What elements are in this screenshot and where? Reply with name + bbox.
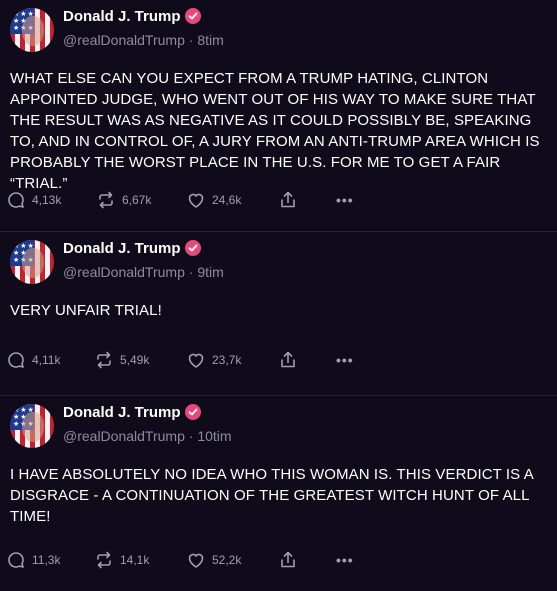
repost-count: 6,67k <box>122 193 152 207</box>
like-count: 24,6k <box>212 193 242 207</box>
author-name[interactable]: Donald J. Trump <box>63 404 201 421</box>
reply-button[interactable]: 4,13k <box>6 188 61 212</box>
post-text: WHAT ELSE CAN YOU EXPECT FROM A TRUMP HA… <box>10 70 540 192</box>
reply-count: 4,13k <box>32 193 62 207</box>
author-name[interactable]: Donald J. Trump <box>63 8 201 25</box>
post-header: ★★★★★★★★ Donald J. Trump @realDonaldTrum… <box>10 396 547 458</box>
repost-icon <box>96 190 116 210</box>
share-button[interactable] <box>278 348 298 372</box>
separator: · <box>184 32 198 48</box>
reply-icon <box>6 190 26 210</box>
post-timestamp[interactable]: 9tim <box>197 264 223 280</box>
author-name-text: Donald J. Trump <box>63 404 181 421</box>
like-count: 52,2k <box>212 553 242 567</box>
repost-button[interactable]: 5,49k <box>94 348 149 372</box>
separator: · <box>184 428 198 444</box>
heart-icon <box>186 550 206 570</box>
share-icon <box>278 350 298 370</box>
repost-icon <box>94 550 114 570</box>
more-options-icon[interactable]: ••• <box>336 188 354 212</box>
repost-icon <box>94 350 114 370</box>
post-text: I HAVE ABSOLUTELY NO IDEA WHO THIS WOMAN… <box>10 466 533 525</box>
post-header: ★★★★★★★★ Donald J. Trump @realDonaldTrum… <box>10 0 547 62</box>
handle-text: @realDonaldTrump <box>63 264 185 280</box>
reply-icon <box>6 350 26 370</box>
verified-badge-icon <box>184 8 201 24</box>
author-handle[interactable]: @realDonaldTrump · 10tim <box>63 428 232 444</box>
author-name[interactable]: Donald J. Trump <box>63 240 201 257</box>
repost-button[interactable]: 6,67k <box>96 188 151 212</box>
like-button[interactable]: 52,2k <box>186 548 241 572</box>
avatar[interactable]: ★★★★★★★★ <box>10 240 54 284</box>
share-icon <box>278 550 298 570</box>
post[interactable]: ★★★★★★★★ Donald J. Trump @realDonaldTrum… <box>0 396 557 591</box>
reply-button[interactable]: 4,11k <box>6 348 60 372</box>
reply-count: 4,11k <box>32 353 61 367</box>
heart-icon <box>186 190 206 210</box>
share-icon <box>278 190 298 210</box>
repost-count: 5,49k <box>120 353 150 367</box>
post[interactable]: ★★★★★★★★ Donald J. Trump @realDonaldTrum… <box>0 0 557 232</box>
more-options-icon[interactable]: ••• <box>336 548 354 572</box>
post[interactable]: ★★★★★★★★ Donald J. Trump @realDonaldTrum… <box>0 232 557 396</box>
handle-text: @realDonaldTrump <box>63 32 185 48</box>
handle-text: @realDonaldTrump <box>63 428 185 444</box>
post-timestamp[interactable]: 10tim <box>197 428 231 444</box>
heart-icon <box>186 350 206 370</box>
reply-icon <box>6 550 26 570</box>
share-button[interactable] <box>278 548 298 572</box>
like-button[interactable]: 23,7k <box>186 348 241 372</box>
like-button[interactable]: 24,6k <box>186 188 241 212</box>
post-actions: 4,11k 5,49k 23,7k ••• <box>0 348 557 372</box>
avatar[interactable]: ★★★★★★★★ <box>10 8 54 52</box>
verified-badge-icon <box>184 240 201 256</box>
author-handle[interactable]: @realDonaldTrump · 9tim <box>63 264 224 280</box>
post-actions: 4,13k 6,67k 24,6k ••• <box>0 188 557 212</box>
post-text: VERY UNFAIR TRIAL! <box>10 302 162 319</box>
post-actions: 11,3k 14,1k 52,2k ••• <box>0 548 557 572</box>
share-button[interactable] <box>278 188 298 212</box>
separator: · <box>184 264 198 280</box>
reply-count: 11,3k <box>32 553 61 567</box>
post-header: ★★★★★★★★ Donald J. Trump @realDonaldTrum… <box>10 232 547 294</box>
repost-button[interactable]: 14,1k <box>94 548 149 572</box>
author-name-text: Donald J. Trump <box>63 8 181 25</box>
post-timestamp[interactable]: 8tim <box>197 32 223 48</box>
avatar[interactable]: ★★★★★★★★ <box>10 404 54 448</box>
like-count: 23,7k <box>212 353 242 367</box>
author-handle[interactable]: @realDonaldTrump · 8tim <box>63 32 224 48</box>
author-name-text: Donald J. Trump <box>63 240 181 257</box>
post-feed: ★★★★★★★★ Donald J. Trump @realDonaldTrum… <box>0 0 557 591</box>
verified-badge-icon <box>184 404 201 420</box>
repost-count: 14,1k <box>120 553 150 567</box>
more-options-icon[interactable]: ••• <box>336 348 354 372</box>
reply-button[interactable]: 11,3k <box>6 548 60 572</box>
